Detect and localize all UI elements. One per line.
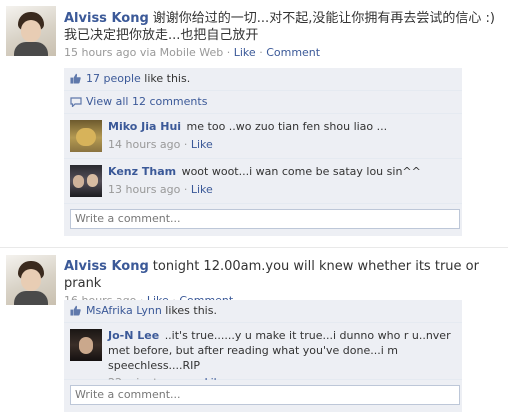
comment-body: me too ..wo zuo tian fen shou liao ... — [186, 120, 388, 133]
comment-body: woot woot...i wan come be satay lou sin^… — [181, 165, 421, 178]
comment-item: Kenz Tham woot woot...i wan come be sata… — [64, 159, 462, 204]
post-text: Alviss Kong tonight 12.00am.you will knew… — [64, 258, 504, 292]
comment-input-row: Write a comment... — [64, 380, 462, 412]
separator: · — [183, 183, 188, 196]
feedback-box: 17 people like this. View all 12 comment… — [64, 68, 462, 236]
likes-row: 17 people like this. — [64, 68, 462, 91]
author-link[interactable]: Alviss Kong — [64, 11, 149, 26]
comment-like-link[interactable]: Like — [191, 138, 213, 151]
commenter-name-link[interactable]: Jo-N Lee — [108, 329, 159, 342]
commenter-avatar[interactable] — [70, 329, 102, 361]
thumbs-up-icon — [70, 73, 81, 84]
commenter-avatar[interactable] — [70, 165, 102, 197]
story-2: Alviss Kong tonight 12.00am.you will knew… — [0, 248, 508, 420]
commenter-name-link[interactable]: Miko Jia Hui — [108, 120, 181, 133]
comment-time[interactable]: 14 hours ago — [108, 138, 180, 151]
likes-suffix: like this. — [144, 72, 191, 85]
comment-body: ..it's true......y u make it true...i du… — [108, 329, 451, 372]
story-1: Alviss Kong 谢谢你给过的一切...对不起,没能让你拥有再去尝试的信心 … — [0, 0, 508, 240]
comment-input-row: Write a comment... — [64, 204, 462, 236]
post-text: Alviss Kong 谢谢你给过的一切...对不起,没能让你拥有再去尝试的信心 … — [64, 10, 504, 44]
comment-item: Jo-N Lee ..it's true......y u make it tr… — [64, 323, 462, 389]
avatar[interactable] — [6, 6, 56, 56]
comment-link[interactable]: Comment — [266, 46, 320, 59]
comment-input[interactable]: Write a comment... — [70, 385, 460, 405]
feedback-box: MsAfrika Lynn likes this. Jo-N Lee ..it'… — [64, 300, 462, 412]
avatar[interactable] — [6, 255, 56, 305]
author-link[interactable]: Alviss Kong — [64, 259, 149, 274]
likes-count-link[interactable]: 17 people — [86, 72, 141, 85]
view-all-comments-row[interactable]: View all 12 comments — [64, 91, 462, 114]
likes-suffix: likes this. — [165, 304, 217, 317]
comment-input[interactable]: Write a comment... — [70, 209, 460, 229]
separator: · — [259, 46, 263, 59]
likes-row: MsAfrika Lynn likes this. — [64, 300, 462, 323]
comment-meta: 14 hours ago · Like — [108, 137, 456, 152]
view-all-comments-link[interactable]: View all 12 comments — [86, 95, 207, 108]
like-link[interactable]: Like — [234, 46, 256, 59]
commenter-avatar[interactable] — [70, 120, 102, 152]
post-meta: 15 hours ago via Mobile Web · Like · Com… — [64, 46, 504, 59]
liker-name-link[interactable]: MsAfrika Lynn — [86, 304, 162, 317]
commenter-name-link[interactable]: Kenz Tham — [108, 165, 176, 178]
comment-meta: 13 hours ago · Like — [108, 182, 456, 197]
separator: · — [183, 138, 188, 151]
timestamp[interactable]: 15 hours ago — [64, 46, 136, 59]
via-text: via Mobile Web — [139, 46, 224, 59]
comment-item: Miko Jia Hui me too ..wo zuo tian fen sh… — [64, 114, 462, 159]
comment-text: Miko Jia Hui me too ..wo zuo tian fen sh… — [108, 119, 456, 152]
comment-text: Kenz Tham woot woot...i wan come be sata… — [108, 164, 456, 197]
comment-bubble-icon — [70, 97, 82, 107]
comment-time[interactable]: 13 hours ago — [108, 183, 180, 196]
comment-like-link[interactable]: Like — [191, 183, 213, 196]
separator: · — [226, 46, 231, 59]
post-body: Alviss Kong 谢谢你给过的一切...对不起,没能让你拥有再去尝试的信心 … — [64, 10, 504, 59]
thumbs-up-icon — [70, 305, 81, 316]
